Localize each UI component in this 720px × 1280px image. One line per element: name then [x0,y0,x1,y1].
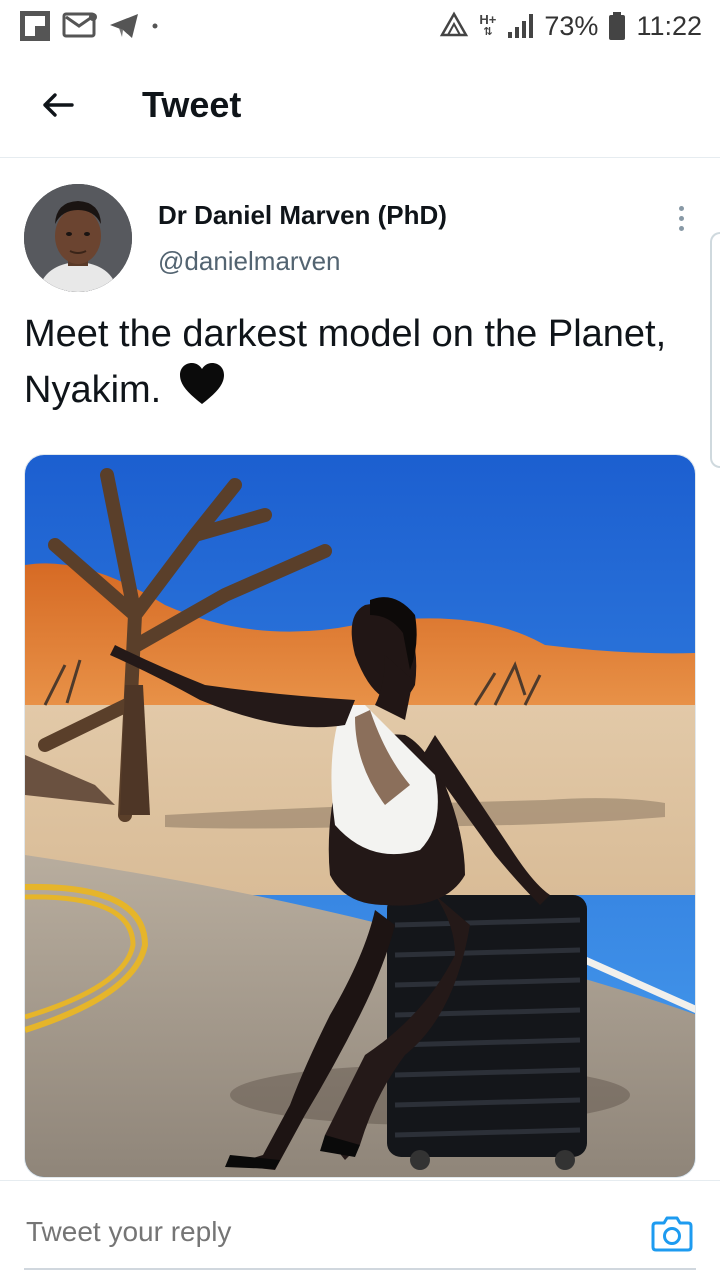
camera-icon [651,1216,693,1252]
data-saver-icon [439,11,469,41]
reply-underline [24,1268,696,1270]
battery-percent: 73% [544,10,599,41]
flipboard-icon [18,9,52,43]
tweet-body: Meet the darkest model on the Planet, Ny… [24,313,667,412]
scroll-indicator[interactable] [710,232,720,468]
network-arrows-icon: ⇅ [483,26,493,38]
more-notifications-dot-icon [150,21,160,31]
black-heart-icon [178,362,226,422]
back-button[interactable] [28,75,88,135]
network-type-label: H+ [479,12,497,27]
clock: 11:22 [636,10,702,41]
app-bar: Tweet [0,52,720,158]
more-dot [678,205,684,211]
page-title: Tweet [142,83,242,125]
more-dot [678,215,684,221]
author-name[interactable]: Dr Daniel Marven (PhD) [158,200,447,231]
photo-scene [25,455,695,1177]
status-bar-notifications [18,9,160,43]
network-type-icon: H+ ⇅ [479,12,497,38]
back-arrow-icon [43,92,74,117]
author-handle[interactable]: @danielmarven [158,246,340,277]
battery-icon [608,11,626,41]
message-icon [62,11,98,41]
status-bar: H+ ⇅ 73% 11:22 [0,0,720,52]
status-bar-system: H+ ⇅ 73% 11:22 [439,11,702,42]
avatar[interactable] [24,184,132,292]
camera-button[interactable] [650,1211,694,1255]
more-dot [678,225,684,231]
more-options-icon[interactable] [666,198,696,238]
tweet-photo[interactable] [24,454,696,1178]
tweet-text: Meet the darkest model on the Planet, Ny… [24,306,696,422]
reply-bar [0,1180,720,1280]
reply-input[interactable] [24,1215,588,1249]
tweet-header: Dr Daniel Marven (PhD) @danielmarven [24,184,696,292]
signal-icon [506,12,534,40]
telegram-icon [108,11,140,41]
